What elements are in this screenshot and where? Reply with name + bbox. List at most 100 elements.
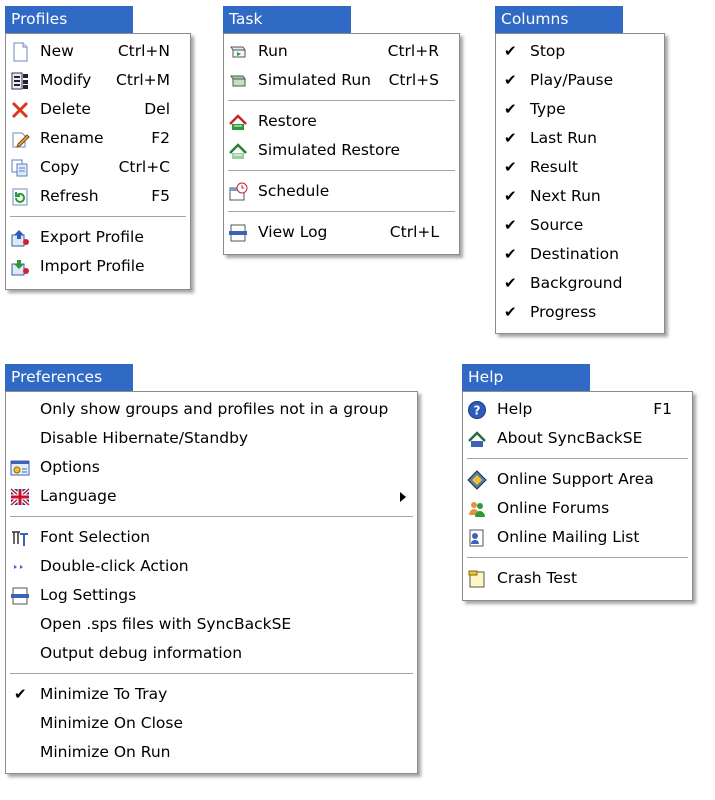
menu-item-delete[interactable]: Delete Del <box>6 95 190 124</box>
language-flag-icon <box>10 487 30 507</box>
menu-item-simulated-restore[interactable]: Simulated Restore <box>224 136 459 165</box>
menu-item-language[interactable]: Language <box>6 482 417 511</box>
menu-item-last-run[interactable]: ✔ Last Run <box>496 124 664 153</box>
menu-separator <box>224 95 459 107</box>
checkmark-icon: ✔ <box>504 187 517 205</box>
menu-item-about[interactable]: About SyncBackSE <box>463 424 692 453</box>
menu-item-background[interactable]: ✔ Background <box>496 269 664 298</box>
menu-separator <box>224 165 459 177</box>
menu-item-log-settings[interactable]: Log Settings <box>6 581 417 610</box>
menu-item-label: View Log <box>258 223 328 241</box>
preferences-menu-title[interactable]: Preferences <box>5 364 133 391</box>
menu-item-label: Double-click Action <box>40 557 189 575</box>
menu-item-run[interactable]: Run Ctrl+R <box>224 37 459 66</box>
menu-separator <box>224 206 459 218</box>
shortcut-label: F2 <box>151 129 170 147</box>
menu-item-source[interactable]: ✔ Source <box>496 211 664 240</box>
crash-test-icon <box>467 569 487 589</box>
schedule-icon <box>228 182 248 202</box>
checkmark-icon: ✔ <box>504 42 517 60</box>
menu-separator <box>6 211 190 223</box>
menu-item-label: Online Support Area <box>497 470 654 488</box>
menu-item-online-forums[interactable]: Online Forums <box>463 494 692 523</box>
menu-separator <box>463 453 692 465</box>
simulated-run-icon <box>228 71 248 91</box>
menu-item-open-sps-files[interactable]: Open .sps files with SyncBackSE <box>6 610 417 639</box>
menu-item-label: Output debug information <box>40 644 243 662</box>
menu-item-label: Schedule <box>258 182 330 200</box>
submenu-arrow-icon <box>400 492 406 502</box>
menu-item-label: Next Run <box>530 187 601 205</box>
shortcut-label: Del <box>144 100 170 118</box>
help-menu-title[interactable]: Help <box>462 364 590 391</box>
menu-item-simulated-run[interactable]: Simulated Run Ctrl+S <box>224 66 459 95</box>
new-document-icon <box>10 42 30 62</box>
menu-item-label: Font Selection <box>40 528 151 546</box>
menu-item-crash-test[interactable]: Crash Test <box>463 564 692 593</box>
menu-item-destination[interactable]: ✔ Destination <box>496 240 664 269</box>
double-click-icon <box>10 557 30 577</box>
help-menu-panel: ? Help F1 About SyncBackSE Online Suppor… <box>462 391 693 601</box>
menu-item-label: Result <box>530 158 578 176</box>
menu-item-label: Delete <box>40 100 91 118</box>
simulated-restore-icon <box>228 141 248 161</box>
menu-item-copy[interactable]: Copy Ctrl+C <box>6 153 190 182</box>
menu-item-result[interactable]: ✔ Result <box>496 153 664 182</box>
menu-item-only-show-groups[interactable]: Only show groups and profiles not in a g… <box>6 395 417 424</box>
menu-item-online-support[interactable]: Online Support Area <box>463 465 692 494</box>
menu-item-view-log[interactable]: View Log Ctrl+L <box>224 218 459 247</box>
menu-item-output-debug[interactable]: Output debug information <box>6 639 417 668</box>
columns-menu-title[interactable]: Columns <box>495 6 623 33</box>
profiles-menu-title[interactable]: Profiles <box>5 6 133 33</box>
menu-item-next-run[interactable]: ✔ Next Run <box>496 182 664 211</box>
menu-item-refresh[interactable]: Refresh F5 <box>6 182 190 211</box>
menu-item-label: Progress <box>530 303 597 321</box>
help-question-icon: ? <box>467 400 487 420</box>
menu-item-rename[interactable]: Rename F2 <box>6 124 190 153</box>
options-icon <box>10 458 30 478</box>
export-profile-icon <box>10 228 30 248</box>
menu-item-label: Open .sps files with SyncBackSE <box>40 615 292 633</box>
menu-item-stop[interactable]: ✔ Stop <box>496 37 664 66</box>
menu-item-type[interactable]: ✔ Type <box>496 95 664 124</box>
view-log-icon <box>228 223 248 243</box>
run-icon <box>228 42 248 62</box>
menu-item-label: Stop <box>530 42 566 60</box>
font-selection-icon <box>10 528 30 548</box>
preferences-menu-panel: Only show groups and profiles not in a g… <box>5 391 418 774</box>
shortcut-label: Ctrl+R <box>387 42 439 60</box>
menu-item-minimize-on-close[interactable]: Minimize On Close <box>6 709 417 738</box>
menu-item-restore[interactable]: Restore <box>224 107 459 136</box>
columns-menu-panel: ✔ Stop ✔ Play/Pause ✔ Type ✔ Last Run ✔ … <box>495 33 665 334</box>
menu-item-schedule[interactable]: Schedule <box>224 177 459 206</box>
menu-item-label: Copy <box>40 158 80 176</box>
menu-item-disable-hibernate[interactable]: Disable Hibernate/Standby <box>6 424 417 453</box>
menu-item-minimize-to-tray[interactable]: ✔ Minimize To Tray <box>6 680 417 709</box>
menu-separator <box>6 668 417 680</box>
menu-item-label: Play/Pause <box>530 71 614 89</box>
menu-item-minimize-on-run[interactable]: Minimize On Run <box>6 738 417 767</box>
menu-item-modify[interactable]: Modify Ctrl+M <box>6 66 190 95</box>
menu-item-import-profile[interactable]: Import Profile <box>6 252 190 281</box>
menu-item-font-selection[interactable]: Font Selection <box>6 523 417 552</box>
shortcut-label: Ctrl+N <box>117 42 170 60</box>
menu-item-double-click-action[interactable]: Double-click Action <box>6 552 417 581</box>
task-menu-title[interactable]: Task <box>223 6 351 33</box>
menu-item-progress[interactable]: ✔ Progress <box>496 298 664 327</box>
menu-item-label: Last Run <box>530 129 597 147</box>
menu-item-label: Import Profile <box>40 257 145 275</box>
menu-item-play-pause[interactable]: ✔ Play/Pause <box>496 66 664 95</box>
menu-item-help[interactable]: ? Help F1 <box>463 395 692 424</box>
menu-item-online-mailing-list[interactable]: Online Mailing List <box>463 523 692 552</box>
menu-item-label: Minimize On Close <box>40 714 183 732</box>
checkmark-icon: ✔ <box>504 129 517 147</box>
about-icon <box>467 429 487 449</box>
menu-item-new[interactable]: New Ctrl+N <box>6 37 190 66</box>
menu-item-label: Help <box>497 400 533 418</box>
menu-item-export-profile[interactable]: Export Profile <box>6 223 190 252</box>
menu-item-options[interactable]: Options <box>6 453 417 482</box>
menu-item-label: Export Profile <box>40 228 144 246</box>
import-profile-icon <box>10 257 30 277</box>
delete-x-icon <box>10 100 30 120</box>
checkmark-icon: ✔ <box>504 71 517 89</box>
